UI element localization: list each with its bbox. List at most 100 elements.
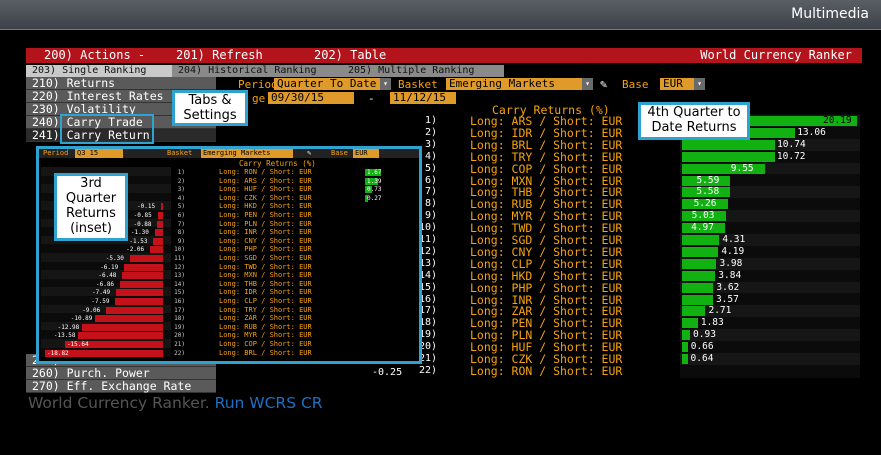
inset-bar-value-label: -0.88 (133, 220, 152, 228)
inset-base-field: EUR (353, 149, 379, 158)
inset-table-header: Carry Returns (%) (239, 159, 316, 168)
bar (682, 306, 706, 317)
basket-label: Basket (398, 78, 438, 91)
date-separator: - (368, 92, 375, 105)
inset-bar-value-label: 1.39 (367, 177, 382, 185)
bar-value-label: 1.83 (700, 317, 724, 329)
actions-menu[interactable]: 200) Actions - (44, 48, 145, 63)
bar (682, 294, 713, 305)
inset-bar (154, 229, 163, 237)
tab-historical-ranking[interactable]: 204) Historical Ranking (172, 65, 344, 77)
tab-multiple-ranking[interactable]: 205) Multiple Ranking (342, 65, 504, 77)
refresh-button[interactable]: 201) Refresh (176, 48, 263, 63)
inset-bar (157, 220, 163, 228)
inset-bar-value-label: -7.49 (92, 289, 111, 297)
bar-value-label: 4.19 (721, 245, 745, 257)
menu-bar: 200) Actions - 201) Refresh 202) Table W… (26, 48, 862, 63)
inset-row-pair: Long: BRL / Short: EUR (219, 348, 312, 357)
inset-bar-value-label: -15.64 (66, 341, 89, 348)
inset-bar-value-label: -1.53 (129, 237, 148, 245)
table-row-rank: 1) (424, 115, 437, 126)
inset-pencil-icon: ✎ (307, 149, 312, 157)
inset-bar (115, 298, 163, 305)
inset-bar-value-label: -9.06 (82, 306, 101, 314)
callout-tabs-settings-text: Tabs & Settings (183, 93, 237, 123)
bar-value-label: 0.66 (690, 341, 714, 353)
bar-value-label: -0.25 (372, 366, 403, 378)
inset-bar-value-label: -10.89 (70, 315, 93, 323)
bar (682, 318, 698, 329)
start-date-field[interactable]: 09/30/15 (268, 92, 354, 104)
inset-bar-value-label: -7.59 (91, 298, 110, 305)
tab-bar: 203) Single Ranking 204) Historical Rank… (26, 65, 862, 77)
bar (682, 342, 688, 353)
inset-base-label: Base (331, 149, 348, 157)
bar-value-label: 0.93 (693, 329, 716, 341)
inset-bar-value-label: 0.73 (367, 186, 382, 194)
inset-bar (161, 203, 163, 211)
inset-period-label: Period (43, 149, 69, 157)
table-row-rank: 22) (418, 364, 437, 376)
inset-period-field: Q3 15 (75, 149, 123, 158)
period-field[interactable]: Quarter To Date (274, 78, 384, 90)
bar-value-label: 13.06 (797, 126, 826, 138)
bar (682, 330, 691, 341)
inset-bar-value-label: 0.27 (367, 194, 382, 202)
sidebar-highlight (60, 114, 154, 144)
bar-value-label: 3.84 (718, 269, 742, 281)
bar-value-label: 5.59 (696, 174, 720, 186)
end-date-field[interactable]: 11/12/15 (390, 92, 456, 104)
inset-bar (129, 255, 163, 262)
inset-bar-value-label: -0.15 (137, 203, 156, 211)
pencil-icon[interactable]: ✎ (600, 77, 607, 91)
caption-text: World Currency Ranker. (28, 394, 210, 412)
base-dropdown-icon[interactable]: ▾ (694, 78, 705, 90)
bar-value-label: 5.26 (693, 198, 717, 210)
inset-row-rank: 22) (174, 349, 185, 357)
inset-bar-value-label: -6.19 (100, 263, 119, 271)
bar (682, 270, 716, 281)
bar-value-label: 3.57 (715, 293, 739, 305)
inset-bar (119, 280, 163, 288)
title-bar: Multimedia (0, 0, 881, 30)
bar (682, 258, 717, 269)
base-label: Base (622, 78, 649, 91)
callout-q3-returns-text: 3rd Quarter Returns (inset) (65, 176, 117, 236)
callout-q3-returns: 3rd Quarter Returns (inset) (54, 173, 128, 241)
inset-bar (157, 212, 163, 219)
base-field[interactable]: EUR (660, 78, 694, 90)
bar-value-label: 0.64 (690, 353, 714, 364)
bar-value-label: 5.03 (691, 210, 715, 222)
sidebar-item-eff-exchange-rate[interactable]: 270) Eff. Exchange Rate (26, 380, 216, 393)
inset-bar (116, 289, 163, 297)
callout-tabs-settings: Tabs & Settings (172, 90, 248, 126)
app-title: World Currency Ranker (700, 48, 852, 62)
period-dropdown-icon[interactable]: ▾ (380, 78, 391, 90)
inset-bar (77, 332, 163, 340)
bar (682, 282, 714, 293)
inset-bar (94, 315, 163, 323)
basket-field[interactable]: Emerging Markets (446, 78, 586, 90)
bar (682, 235, 720, 245)
inset-bar-value-label: -1.30 (130, 229, 149, 237)
bar-value-label: 9.55 (730, 162, 754, 174)
bar-value-label: 3.98 (719, 257, 743, 269)
bar-value-label: 2.71 (708, 305, 732, 317)
inset-bar-value-label: -2.06 (126, 246, 145, 254)
date-label: ge (252, 92, 266, 105)
basket-dropdown-icon[interactable]: ▾ (582, 78, 593, 90)
inset-bar (81, 323, 163, 331)
settings-bar: Period Quarter To Date ▾ Basket Emerging… (220, 77, 860, 91)
table-row-pair[interactable]: Long: RON / Short: EUR (470, 364, 622, 378)
inset-bar-value-label: -13.58 (53, 332, 76, 340)
callout-q4-returns-text: 4th Quarter to Date Returns (647, 105, 741, 135)
table-button[interactable]: 202) Table (314, 48, 386, 63)
run-wcrs-link[interactable]: Run WCRS CR (215, 394, 323, 412)
inset-bar-value-label: -18.82 (47, 349, 69, 357)
inset-bar (124, 263, 163, 271)
bar-value-label: 4.97 (691, 222, 714, 234)
inset-bar-value-label: -6.48 (98, 272, 117, 280)
inset-bar-value-label: -0.85 (133, 212, 152, 219)
chart-row-stripe (680, 364, 860, 377)
callout-q4-returns: 4th Quarter to Date Returns (638, 102, 750, 140)
